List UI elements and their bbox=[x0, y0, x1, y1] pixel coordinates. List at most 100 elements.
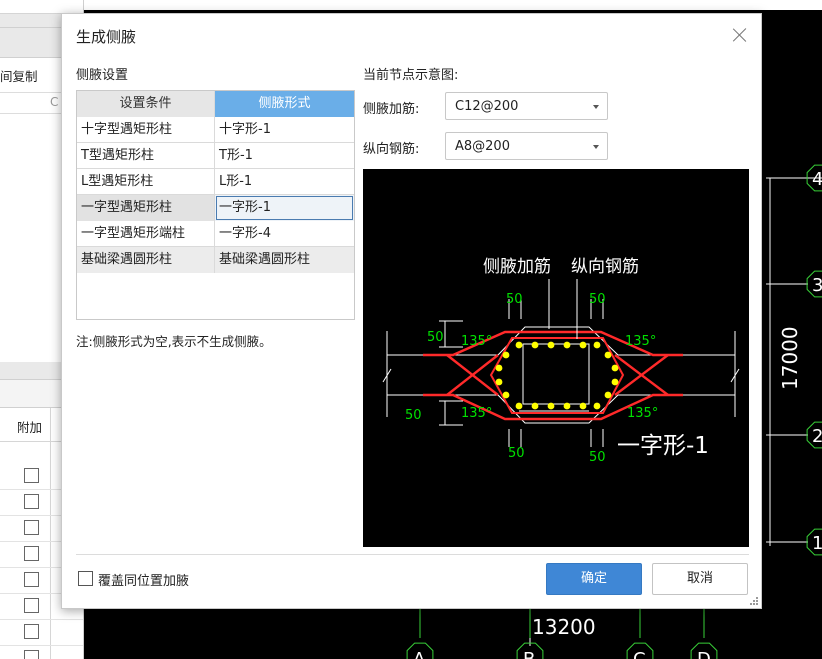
header-condition[interactable]: 设置条件 bbox=[77, 91, 215, 117]
table-row-selected[interactable]: 一字型遇矩形柱 一字形-1 bbox=[77, 195, 354, 221]
header-haunch-form[interactable]: 侧腋形式 bbox=[215, 91, 354, 117]
bg-toolbar-strip bbox=[0, 0, 83, 14]
bg-row-divider bbox=[0, 645, 83, 646]
rebar-dot bbox=[611, 378, 619, 386]
axis-label-bottom: B bbox=[523, 649, 535, 659]
axis-bubble-right: 3 bbox=[806, 270, 822, 298]
footer-divider bbox=[76, 554, 749, 555]
rebar-dot bbox=[547, 402, 555, 410]
angle-135-bottom-right: 135° bbox=[627, 406, 658, 421]
row-form[interactable]: T形-1 bbox=[215, 143, 354, 169]
bg-row-checkbox[interactable] bbox=[24, 650, 39, 659]
table-row[interactable]: L型遇矩形柱 L形-1 bbox=[77, 169, 354, 195]
bg-copy-label[interactable]: 间复制 bbox=[0, 66, 38, 85]
rebar-dot bbox=[579, 402, 587, 410]
axis-bubble-bottom: A bbox=[406, 642, 434, 659]
background-top-bar bbox=[84, 0, 822, 10]
angle-135-top-right: 135° bbox=[625, 334, 656, 349]
rebar-dot bbox=[604, 351, 612, 359]
row-form[interactable]: 十字形-1 bbox=[215, 117, 354, 143]
bg-table-divider bbox=[50, 408, 51, 659]
table-header-row: 设置条件 侧腋形式 bbox=[77, 91, 354, 117]
rebar-dot bbox=[502, 351, 510, 359]
axis-label-right: 3 bbox=[812, 275, 822, 296]
cover-haunch-label[interactable]: 覆盖同位置加腋 bbox=[98, 570, 189, 589]
dim-50-left-top: 50 bbox=[427, 330, 444, 345]
close-icon[interactable] bbox=[732, 27, 748, 43]
axis-label-right: 2 bbox=[812, 426, 822, 447]
horizontal-dimension-text: 13200 bbox=[532, 615, 596, 639]
rebar-dot bbox=[593, 402, 601, 410]
rebar-dot bbox=[502, 391, 510, 399]
dialog-title: 生成侧腋 bbox=[76, 28, 137, 46]
resize-grip-icon[interactable] bbox=[749, 596, 759, 606]
row-form[interactable]: 一字形-4 bbox=[215, 221, 354, 247]
cover-haunch-checkbox[interactable] bbox=[78, 571, 93, 586]
shape-name-label: 一字形-1 bbox=[617, 433, 709, 459]
label-side-rebar: 侧腋加筋 bbox=[483, 257, 551, 277]
vertical-dimension-text: 17000 bbox=[778, 326, 802, 390]
side-rebar-value: C12@200 bbox=[455, 99, 519, 114]
rebar-dot bbox=[495, 364, 503, 372]
long-rebar-label: 纵向钢筋: bbox=[363, 142, 420, 157]
dim-50-bottom-left: 50 bbox=[508, 446, 525, 461]
row-condition[interactable]: T型遇矩形柱 bbox=[77, 143, 215, 169]
rebar-dot bbox=[547, 341, 555, 349]
row-condition[interactable]: 十字型遇矩形柱 bbox=[77, 117, 215, 143]
rebar-dot bbox=[495, 378, 503, 386]
right-axis-bubbles: 4 3 2 1 bbox=[806, 164, 822, 556]
bg-attach-column-header: 附加 bbox=[17, 420, 43, 435]
rebar-dot bbox=[604, 391, 612, 399]
axis-label-bottom: A bbox=[413, 649, 426, 659]
bg-row-checkbox[interactable] bbox=[24, 598, 39, 613]
bg-column-c: C bbox=[50, 95, 59, 109]
table-row[interactable]: 十字型遇矩形柱 十字形-1 bbox=[77, 117, 354, 143]
rebar-dot bbox=[593, 341, 601, 349]
bg-row-checkbox[interactable] bbox=[24, 494, 39, 509]
rebar-dot bbox=[563, 341, 571, 349]
row-form[interactable]: L形-1 bbox=[215, 169, 354, 195]
axis-label-right: 4 bbox=[812, 169, 822, 190]
longitudinal-rebar-dots bbox=[495, 341, 619, 410]
generate-haunch-dialog: 生成侧腋 侧腋设置 当前节点示意图: 设置条件 侧腋形式 十字型遇矩形柱 十字形… bbox=[61, 13, 762, 609]
ok-button[interactable]: 确定 bbox=[546, 563, 642, 595]
cancel-button[interactable]: 取消 bbox=[652, 563, 748, 595]
row-condition[interactable]: L型遇矩形柱 bbox=[77, 169, 215, 195]
chevron-down-icon bbox=[593, 145, 599, 149]
rebar-dot bbox=[515, 402, 523, 410]
long-rebar-value: A8@200 bbox=[455, 139, 510, 154]
angle-135-bottom-left: 135° bbox=[461, 406, 492, 421]
rebar-dot bbox=[579, 341, 587, 349]
stirrup bbox=[489, 337, 625, 414]
side-rebar-label: 侧腋加筋: bbox=[363, 102, 420, 117]
axis-label-bottom: D bbox=[697, 649, 711, 659]
row-condition[interactable]: 一字型遇矩形柱 bbox=[77, 195, 215, 221]
bg-row-checkbox[interactable] bbox=[24, 468, 39, 483]
dim-50-bottom-right: 50 bbox=[589, 450, 606, 465]
bg-row-checkbox[interactable] bbox=[24, 572, 39, 587]
long-rebar-select[interactable]: A8@200 bbox=[445, 132, 608, 160]
note-text: 注:侧腋形式为空,表示不生成侧腋。 bbox=[76, 334, 272, 349]
dim-50-top-left: 50 bbox=[506, 292, 523, 307]
row-form[interactable]: 基础梁遇圆形柱 bbox=[215, 247, 354, 273]
rebar-dot bbox=[563, 402, 571, 410]
node-diagram-title: 当前节点示意图: bbox=[363, 68, 459, 83]
table-row[interactable]: 基础梁遇圆形柱 基础梁遇圆形柱 bbox=[77, 247, 354, 273]
row-condition[interactable]: 基础梁遇圆形柱 bbox=[77, 247, 215, 273]
rebar-dot bbox=[531, 402, 539, 410]
haunch-settings-table: 设置条件 侧腋形式 十字型遇矩形柱 十字形-1 T型遇矩形柱 T形-1 L型遇矩… bbox=[76, 90, 355, 320]
angle-135-top-left: 135° bbox=[461, 334, 492, 349]
rebar-dot bbox=[531, 341, 539, 349]
side-rebar-select[interactable]: C12@200 bbox=[445, 92, 608, 120]
bottom-axis-bubbles: A B C D bbox=[406, 642, 718, 659]
bg-row-divider bbox=[0, 619, 83, 620]
bg-row-checkbox[interactable] bbox=[24, 624, 39, 639]
bg-row-checkbox[interactable] bbox=[24, 520, 39, 535]
row-form[interactable]: 一字形-1 bbox=[215, 195, 354, 221]
row-condition[interactable]: 一字型遇矩形端柱 bbox=[77, 221, 215, 247]
bg-row-checkbox[interactable] bbox=[24, 546, 39, 561]
axis-bubble-right: 2 bbox=[806, 421, 822, 449]
table-row[interactable]: 一字型遇矩形端柱 一字形-4 bbox=[77, 221, 354, 247]
table-row[interactable]: T型遇矩形柱 T形-1 bbox=[77, 143, 354, 169]
axis-bubble-right: 1 bbox=[806, 528, 822, 556]
